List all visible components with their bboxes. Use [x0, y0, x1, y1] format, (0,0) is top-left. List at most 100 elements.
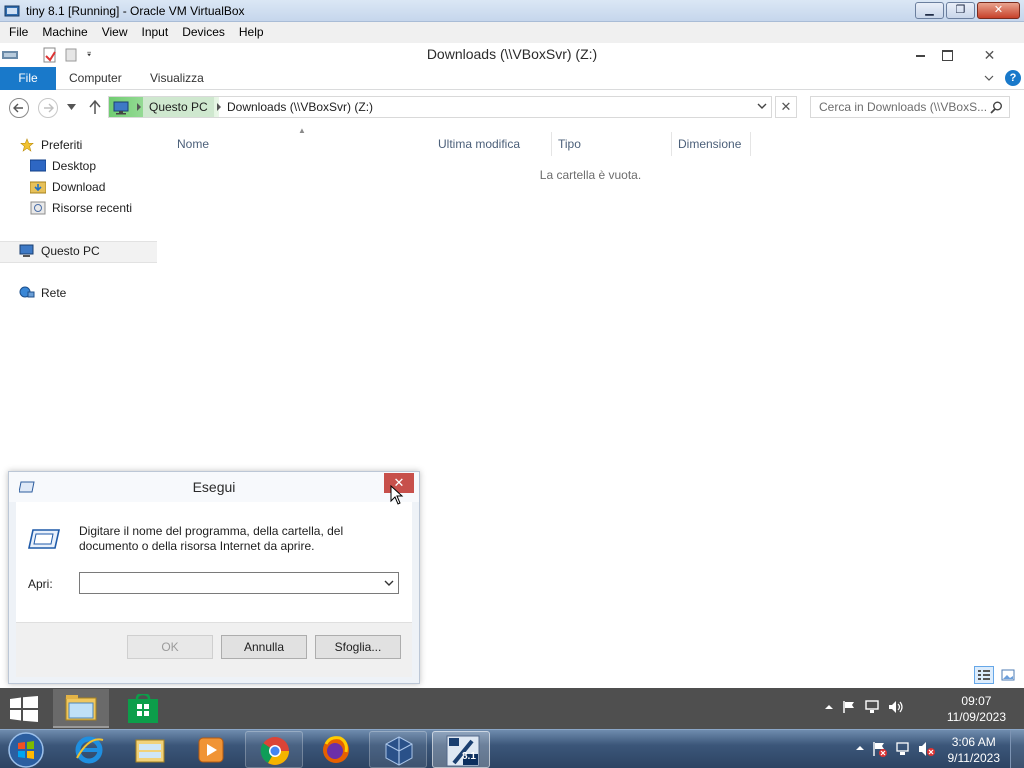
host-minimize-button[interactable]: ▁ — [915, 2, 944, 19]
guest-clock[interactable]: 09:07 11/09/2023 — [947, 693, 1006, 725]
run-dialog-description: Digitare il nome del programma, della ca… — [79, 524, 344, 553]
close-icon: ✕ — [780, 99, 792, 114]
column-header-name[interactable]: Nome — [177, 132, 433, 156]
expand-ribbon-icon[interactable] — [982, 71, 996, 85]
nav-item-desktop[interactable]: Desktop — [30, 159, 96, 173]
help-icon[interactable]: ? — [1005, 70, 1021, 86]
store-icon — [128, 694, 158, 723]
host-taskbar-vm-window[interactable]: 8.1 — [432, 731, 490, 768]
search-box[interactable] — [810, 96, 1010, 118]
nav-item-download[interactable]: Download — [30, 180, 105, 194]
windows-7-start-orb-icon[interactable] — [6, 731, 46, 768]
host-taskbar-firefox[interactable] — [307, 731, 365, 768]
recent-locations-icon[interactable] — [67, 104, 76, 110]
menu-file[interactable]: File — [2, 22, 35, 43]
network-icon[interactable] — [895, 741, 911, 757]
close-icon: ✕ — [993, 4, 1004, 16]
media-player-icon — [198, 737, 224, 763]
show-hidden-icons-icon[interactable] — [855, 741, 865, 755]
explorer-close-button[interactable]: ✕ — [967, 45, 1012, 65]
menu-input[interactable]: Input — [135, 22, 176, 43]
address-bar[interactable]: Questo PC Downloads (\\VBoxSvr) (Z:) — [108, 96, 772, 118]
host-clock-date: 9/11/2023 — [947, 751, 1001, 765]
breadcrumb-chevron-icon[interactable] — [215, 102, 223, 112]
browse-button[interactable]: Sfoglia... — [315, 635, 401, 659]
vm-version-badge: 8.1 — [462, 751, 476, 762]
host-taskbar-chrome[interactable] — [245, 731, 303, 768]
virtualbox-icon — [385, 736, 413, 766]
search-input[interactable] — [811, 97, 987, 117]
back-button[interactable] — [9, 98, 29, 118]
column-header-type[interactable]: Tipo — [558, 132, 672, 156]
chevron-down-icon[interactable] — [384, 579, 394, 587]
start-icon[interactable] — [10, 696, 38, 722]
nav-favorites[interactable]: Preferiti — [19, 138, 82, 152]
nav-item-label: Rete — [41, 286, 67, 300]
show-desktop-button[interactable] — [1010, 730, 1024, 768]
show-hidden-icons-icon[interactable] — [824, 700, 834, 714]
explorer-title-bar: Downloads (\\VBoxSvr) (Z:) ✕ — [0, 43, 1024, 67]
details-view-button[interactable] — [974, 666, 994, 684]
open-combobox[interactable] — [79, 572, 399, 594]
search-icon[interactable] — [990, 101, 1003, 114]
run-dialog-title: Esegui — [192, 479, 236, 495]
open-input[interactable] — [80, 573, 376, 593]
breadcrumb-chevron-icon[interactable] — [135, 102, 143, 112]
ribbon-tab-visualizza[interactable]: Visualizza — [150, 67, 204, 90]
host-restore-button[interactable]: ❐ — [946, 2, 975, 19]
nav-item-label: Desktop — [52, 159, 97, 173]
breadcrumb-this-pc[interactable]: Questo PC — [143, 97, 214, 117]
recent-places-icon — [30, 201, 46, 215]
run-dialog-buttons: OK Annulla Sfoglia... — [16, 622, 412, 677]
volume-muted-icon[interactable] — [918, 741, 936, 757]
taskbar-file-explorer[interactable] — [53, 689, 109, 728]
nav-item-network[interactable]: Rete — [19, 286, 66, 300]
large-icons-view-button[interactable] — [998, 666, 1018, 684]
address-dropdown-icon[interactable] — [757, 102, 767, 110]
taskbar-store[interactable] — [115, 689, 171, 728]
action-center-alert-icon[interactable] — [872, 741, 888, 757]
mouse-cursor-icon — [390, 485, 404, 505]
nav-item-this-pc[interactable]: Questo PC — [19, 244, 100, 258]
host-taskbar-media-player[interactable] — [182, 731, 240, 768]
minimize-icon: ▁ — [925, 4, 934, 16]
explorer-maximize-button[interactable] — [941, 45, 953, 65]
internet-explorer-icon — [75, 736, 104, 764]
arrow-right-icon — [44, 103, 54, 113]
windows-explorer-icon — [135, 739, 165, 763]
volume-icon[interactable] — [888, 700, 904, 714]
menu-devices[interactable]: Devices — [175, 22, 232, 43]
explorer-minimize-button[interactable] — [915, 45, 927, 65]
breadcrumb-downloads[interactable]: Downloads (\\VBoxSvr) (Z:) — [227, 97, 373, 117]
host-clock[interactable]: 3:06 AM 9/11/2023 — [948, 734, 1001, 766]
host-close-button[interactable]: ✕ — [977, 2, 1020, 19]
menu-view[interactable]: View — [95, 22, 135, 43]
ribbon-tab-computer[interactable]: Computer — [69, 67, 122, 90]
stop-button[interactable]: ✕ — [775, 96, 797, 118]
menu-help[interactable]: Help — [232, 22, 271, 43]
cancel-button[interactable]: Annulla — [221, 635, 307, 659]
menu-machine[interactable]: Machine — [35, 22, 94, 43]
host-titlebar: tiny 8.1 [Running] - Oracle VM VirtualBo… — [0, 0, 1024, 22]
column-header-modified[interactable]: Ultima modifica — [438, 132, 552, 156]
column-header-size[interactable]: Dimensione — [678, 132, 751, 156]
forward-button[interactable] — [38, 98, 58, 118]
ribbon-file-tab[interactable]: File — [0, 67, 56, 90]
action-center-flag-icon[interactable] — [842, 700, 856, 714]
this-pc-icon — [19, 244, 34, 257]
network-icon[interactable] — [864, 700, 880, 714]
chrome-icon — [260, 737, 289, 765]
restore-icon: ❐ — [955, 4, 966, 16]
large-icons-view-icon — [1001, 669, 1015, 681]
arrow-left-icon — [13, 103, 23, 113]
host-taskbar-explorer[interactable] — [121, 731, 179, 768]
ok-button[interactable]: OK — [127, 635, 213, 659]
up-arrow-icon[interactable] — [88, 99, 102, 115]
host-clock-time: 3:06 AM — [951, 735, 996, 749]
run-dialog: Esegui ✕ Digitare il nome del programma,… — [8, 471, 420, 684]
run-dialog-titlebar[interactable]: Esegui ✕ — [9, 472, 419, 502]
host-taskbar-ie[interactable] — [60, 731, 118, 768]
guest-clock-date: 11/09/2023 — [946, 710, 1006, 724]
host-taskbar-virtualbox[interactable] — [369, 731, 427, 768]
nav-item-recent[interactable]: Risorse recenti — [30, 201, 132, 215]
